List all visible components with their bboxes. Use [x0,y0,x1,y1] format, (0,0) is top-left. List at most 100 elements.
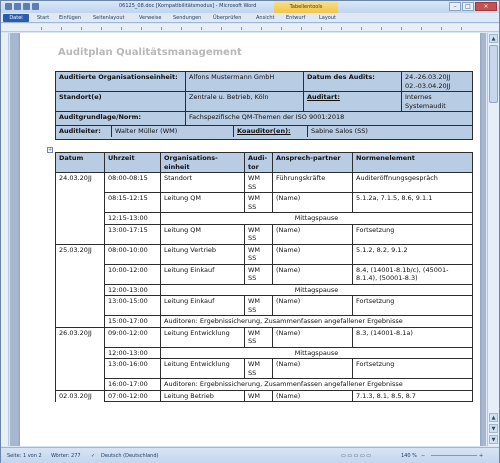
zoom-slider[interactable] [431,455,477,456]
cell-auditor: WM SS [244,172,273,193]
document-page[interactable]: Auditplan Qualitätsmanagement Auditierte… [20,33,480,446]
cell-date [55,264,105,284]
cell-unit: Leitung Einkauf [160,263,245,285]
col-header-time: Uhrzeit [104,152,161,173]
vertical-scrollbar[interactable]: ▲ ▲ ▼ ▼ [487,33,499,446]
status-bar: Seite: 1 von 2 Wörter: 277 ✓ Deutsch (De… [1,447,499,463]
cell-date [55,224,105,244]
word-window: 06125_08.doc [Kompatibilitätsmodus] - Mi… [0,0,500,463]
cell-time: 09:00-12:00 [104,326,161,348]
cell-time: 13:00-15:00 [104,295,161,316]
cell-unit: Leitung Vertrieb [160,243,245,265]
type-label: Auditart: [303,91,402,112]
cell-time: 10:00-12:00 [104,263,161,285]
cell-auditor: WM SS [244,223,273,245]
horizontal-ruler[interactable] [1,24,499,32]
ribbon-tabs: Datei Start Einfügen Seitenlayout Verwei… [1,13,499,23]
cell-contact: (Name) [272,389,353,402]
audit-schedule-table[interactable]: Datum Uhrzeit Organisations-einheit Audi… [55,152,473,402]
cell-norm: Fortsetzung [352,295,473,316]
table-row: 26.03.20JJ 09:00-12:00 Leitung Entwicklung… [55,326,473,348]
language-indicator[interactable]: Deutsch (Deutschland) [101,453,158,459]
word-count[interactable]: Wörter: 277 [51,453,81,459]
basis-label: Auditgrundlage/Norm: [55,111,186,126]
table-row: 13:00-15:00 Leitung Einkauf WM SS (Name) For… [55,295,473,316]
zoom-level[interactable]: 140 % [401,453,417,459]
prev-page-icon[interactable]: ▲ [489,413,498,422]
table-row: 02.03.20JJ 07:00-12:00 Leitung Betrieb WM (N… [55,389,473,402]
zoom-out-icon[interactable]: − [421,453,425,459]
scroll-down-icon[interactable]: ▼ [489,435,498,444]
co-value: Sabine Salos (SS) [311,127,368,135]
cell-unit: Leitung Einkauf [160,295,245,316]
table-row: 13:00-17:15 Leitung QM WM SS (Name) Fortsetz… [55,223,473,245]
cell-span: Auditoren: Ergebnissicherung, Zusammenfa… [160,378,473,391]
cell-date [55,295,105,316]
cell-time: 15:00-17:00 [104,315,161,328]
cell-span: Mittagspause [160,283,473,296]
next-page-icon[interactable]: ▼ [489,424,498,433]
table-row: 16:00-17:00 Auditoren: Ergebnissicherung,… [55,378,473,391]
cell-unit: Leitung Entwicklung [160,326,245,348]
cell-norm: 5.1.2a, 7.1.5, 8.6, 9.1.1 [352,192,473,213]
basis-value: Fachspezifische QM-Themen der ISO 9001:2… [185,111,473,126]
table-row: 15:00-17:00 Auditoren: Ergebnissicherung,… [55,315,473,328]
tab-entwurf[interactable]: Entwurf [286,15,305,21]
scroll-up-icon[interactable]: ▲ [489,34,498,43]
cell-time: 12:00-13:00 [104,346,161,359]
document-canvas: Auditplan Qualitätsmanagement Auditierte… [10,33,486,446]
vertical-ruler[interactable] [1,33,9,446]
redo-icon[interactable] [32,3,39,10]
table-row: 10:00-12:00 Leitung Einkauf WM SS (Name) 8.4… [55,263,473,285]
window-title: 06125_08.doc [Kompatibilitätsmodus] - Mi… [119,3,257,9]
tab-sendungen[interactable]: Sendungen [173,15,201,21]
table-row: 24.03.20JJ 08:00-08:15 Standort WM SS Führun… [55,172,473,193]
tab-layout[interactable]: Layout [319,15,336,21]
lead-label: Auditleiter: [56,126,112,137]
cell-contact: (Name) [272,192,353,213]
proofing-icon[interactable]: ✓ [91,453,95,459]
cell-auditor: WM SS [244,326,273,348]
lead-value: Walter Müller (WM) [112,126,234,137]
tab-ueberpruefen[interactable]: Überprüfen [213,15,241,21]
scrollbar-thumb[interactable] [489,45,498,103]
close-icon[interactable]: × [475,2,497,11]
page-count[interactable]: Seite: 1 von 2 [7,453,42,459]
save-icon[interactable] [14,3,21,10]
col-header-norm: Normenelement [352,152,473,173]
view-buttons[interactable]: ▭ ▭ ▭ ▭ ▭ [341,453,371,459]
col-header-unit: Organisations-einheit [160,152,245,173]
tab-ansicht[interactable]: Ansicht [256,15,274,21]
org-label: Auditierte Organisationseinheit: [55,71,186,92]
undo-icon[interactable] [23,3,30,10]
cell-norm: 8.3, (14001-8.1a) [352,326,473,348]
cell-norm: Fortsetzung [352,223,473,245]
audit-info-table[interactable]: Auditierte Organisationseinheit: Alfons … [55,71,473,140]
org-value: Alfons Mustermann GmbH [185,71,304,92]
cell-contact: Führungskräfte [272,172,353,193]
cell-contact: (Name) [272,326,353,348]
tab-verweise[interactable]: Verweise [139,15,161,21]
zoom-in-icon[interactable]: + [479,453,483,459]
cell-auditor: WM SS [244,263,273,285]
cell-norm: Auditeröffnungsgespräch [352,172,473,193]
context-tab-label: Tabellentools [274,1,338,13]
table-row: 25.03.20JJ 08:00-10:00 Leitung Vertrieb WM … [55,243,473,265]
table-row: 12:00-13:00 Mittagspause [55,283,473,296]
cell-time: 08:00-08:15 [104,172,161,193]
tab-start[interactable]: Start [37,15,49,21]
cell-date [55,358,105,379]
cell-auditor: WM [244,389,273,402]
maximize-icon[interactable]: □ [462,2,474,11]
tab-einfuegen[interactable]: Einfügen [59,15,81,21]
minimize-icon[interactable]: – [449,2,461,11]
co-label: Koauditor(en): [234,126,308,137]
cell-auditor: WM SS [244,358,273,379]
table-move-handle-icon[interactable]: + [47,147,53,153]
cell-time: 08:00-10:00 [104,243,161,265]
title-bar: 06125_08.doc [Kompatibilitätsmodus] - Mi… [1,1,499,13]
tab-seitenlayout[interactable]: Seitenlayout [93,15,124,21]
cell-date [55,315,105,327]
word-logo-icon[interactable] [5,3,12,10]
tab-datei[interactable]: Datei [3,14,29,22]
